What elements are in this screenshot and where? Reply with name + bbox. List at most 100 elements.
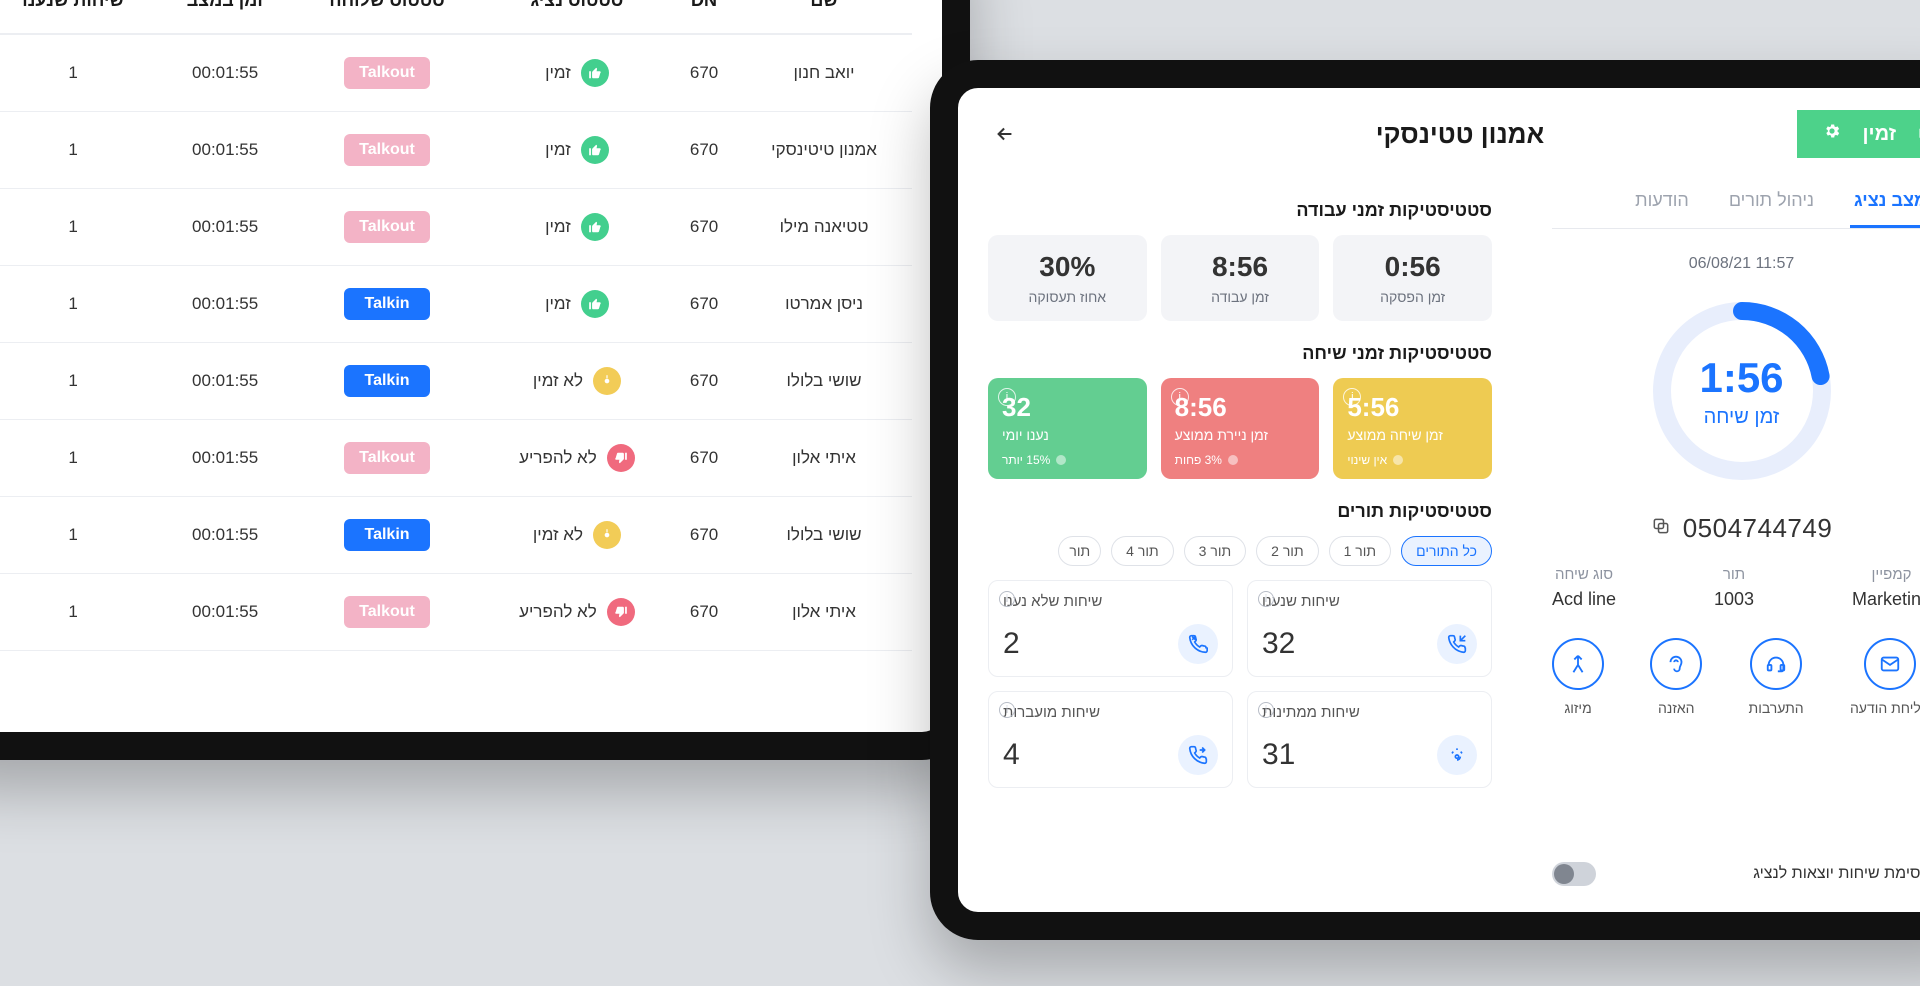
phone-in-icon [1437, 624, 1477, 664]
ext-pill: Talkout [344, 211, 430, 243]
work-card-value: 0:56 [1345, 251, 1480, 283]
queue-chip[interactable]: כל התורים [1401, 536, 1492, 566]
info-icon[interactable]: i [999, 591, 1015, 607]
action-row: שליחת הודעה התערבות האזנה מיזוג [1552, 638, 1920, 716]
ext-pill: Talkout [344, 57, 430, 89]
ext-pill: Talkout [344, 134, 430, 166]
queue-card-title: שיחות ממתינות [1262, 704, 1477, 721]
cell-dn: 670 [672, 497, 736, 574]
table-row[interactable]: ניסן אמרטו670זמיןTalkin00:01:551 [0, 266, 912, 343]
queue-chip[interactable]: תור 1 [1329, 536, 1391, 566]
queue-card: i שיחות שנענו 32 [1247, 580, 1492, 677]
cell-time: 00:01:55 [158, 189, 292, 266]
ring-label: 1:56 זמן שיחה [1642, 291, 1842, 491]
table-row[interactable]: איתי אלון670לא להפריעTalkout00:01:551 [0, 574, 912, 651]
cell-time: 00:01:55 [158, 34, 292, 112]
waiting-icon [1437, 735, 1477, 775]
tab-2[interactable]: הודעות [1631, 176, 1693, 228]
queue-chip[interactable]: תור 3 [1184, 536, 1246, 566]
cell-answered: 1 [0, 574, 158, 651]
tab-0[interactable]: מצב נציג [1850, 176, 1920, 228]
cell-dn: 670 [672, 574, 736, 651]
thumb-icon [581, 59, 609, 87]
thumb-icon [593, 521, 621, 549]
table-row[interactable]: איתי אלון670לא להפריעTalkout00:01:551 [0, 420, 912, 497]
cell-name: אמנון טיטינסקי [736, 112, 912, 189]
meta-row: קמפייןMarketingתור1003סוג שיחהAcd line [1552, 566, 1920, 610]
info-icon[interactable]: i [1258, 591, 1274, 607]
call-stats-title: סטטיסטיקות זמני שיחה [988, 343, 1492, 364]
merge-icon [1552, 638, 1604, 690]
table-row[interactable]: אמנון טיטינסקי670זמיןTalkout00:01:551 [0, 112, 912, 189]
info-icon[interactable]: i [1171, 388, 1189, 406]
tab-1[interactable]: ניהול תורים [1725, 176, 1818, 228]
call-card-foot: 3% פחות [1175, 453, 1306, 467]
table-row[interactable]: יואב חנון670זמיןTalkout00:01:551 [0, 34, 912, 112]
action-mail[interactable]: שליחת הודעה [1850, 638, 1920, 716]
outgoing-block-switch[interactable] [1552, 862, 1596, 886]
cell-name: טטיאנה מילו [736, 189, 912, 266]
stats-main: סטטיסטיקות זמני עבודה 0:56זמן הפסקה8:56ז… [958, 176, 1522, 922]
info-icon[interactable]: i [998, 388, 1016, 406]
cell-time: 00:01:55 [158, 112, 292, 189]
meta-item: תור1003 [1714, 566, 1754, 610]
cell-time: 00:01:55 [158, 574, 292, 651]
queue-card-value: 4 [1003, 738, 1020, 772]
call-card-label: זמן שיחה ממוצע [1347, 427, 1478, 443]
meta-item: סוג שיחהAcd line [1552, 566, 1616, 610]
back-button[interactable] [990, 119, 1020, 149]
cell-name: יואב חנון [736, 34, 912, 112]
queue-chip[interactable]: תור 4 [1111, 536, 1173, 566]
table-row[interactable]: טטיאנה מילו670זמיןTalkout00:01:551 [0, 189, 912, 266]
cell-dn: 670 [672, 266, 736, 343]
queue-card: i שיחות מועברות 4 [988, 691, 1233, 788]
action-merge[interactable]: מיזוג [1552, 638, 1604, 716]
thumb-icon [593, 367, 621, 395]
table-row[interactable]: שושי בלולו670לא זמיןTalkin00:01:551 [0, 497, 912, 574]
meta-value: Acd line [1552, 589, 1616, 610]
work-cards: 0:56זמן הפסקה8:56זמן עבודה30%אחוז תעסוקה [988, 235, 1492, 321]
call-card-value: 32 [1002, 392, 1133, 423]
cell-agent-status: לא זמין [482, 497, 672, 574]
queue-card-title: שיחות שלא נענו [1003, 593, 1218, 610]
mail-icon [1864, 638, 1916, 690]
queue-chip[interactable]: תור 2 [1256, 536, 1318, 566]
action-ear[interactable]: האזנה [1650, 638, 1702, 716]
cell-answered: 1 [0, 497, 158, 574]
tablet-right: זמין אמנון טטינסקי מצב נציגניהול תוריםהו… [930, 60, 1920, 940]
toggle-label: חסימת שיחות יוצאות לנציג [1753, 865, 1920, 883]
queue-chips: כל התורים תור 1 תור 2 תור 3 תור 4 תור [988, 536, 1492, 566]
queue-grid: i שיחות שנענו 32 i שיחות שלא נענו 2 i שי… [988, 580, 1492, 788]
copy-icon[interactable] [1651, 516, 1671, 541]
action-headset[interactable]: התערבות [1749, 638, 1804, 716]
cell-ext-status: Talkout [292, 112, 482, 189]
tabs: מצב נציג ניהול תורים הודעות [1552, 176, 1920, 229]
col-header: שיחות שנענו [0, 0, 158, 34]
cell-ext-status: Talkin [292, 497, 482, 574]
cell-ext-status: Talkin [292, 343, 482, 420]
queue-chip[interactable]: תור [1058, 536, 1101, 566]
cell-ext-status: Talkin [292, 266, 482, 343]
dashboard-body: מצב נציגניהול תוריםהודעות 11:57 06/08/21… [958, 176, 1920, 922]
work-stats-title: סטטיסטיקות זמני עבודה [988, 200, 1492, 221]
call-card: i 8:56 זמן ניירת ממוצע 3% פחות [1161, 378, 1320, 479]
info-icon[interactable]: i [999, 702, 1015, 718]
phone-row: 0504744749 [1552, 513, 1920, 544]
info-icon[interactable]: i [1258, 702, 1274, 718]
agents-table: שםDNסטטוס נציגסטטוס שלוחהזמן במצבשיחות ש… [0, 0, 912, 651]
ext-pill: Talkout [344, 442, 430, 474]
col-header: זמן במצב [158, 0, 292, 34]
cell-answered: 1 [0, 343, 158, 420]
ext-pill: Talkin [344, 365, 430, 397]
table-row[interactable]: שושי בלולו670לא זמיןTalkin00:01:551 [0, 343, 912, 420]
cell-answered: 1 [0, 112, 158, 189]
thumb-icon [581, 213, 609, 241]
agents-header-row: שםDNסטטוס נציגסטטוס שלוחהזמן במצבשיחות ש… [0, 0, 912, 34]
action-label: האזנה [1658, 700, 1695, 716]
cell-ext-status: Talkout [292, 420, 482, 497]
cell-ext-status: Talkout [292, 34, 482, 112]
action-label: מיזוג [1564, 700, 1591, 716]
action-label: התערבות [1749, 700, 1804, 716]
status-button[interactable]: זמין [1797, 110, 1920, 158]
status-button-label: זמין [1863, 123, 1897, 146]
